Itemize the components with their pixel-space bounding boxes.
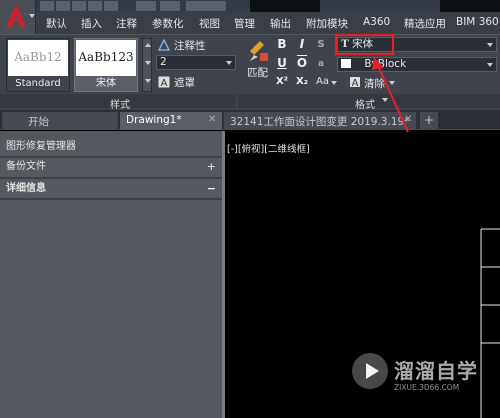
chevron-down-icon[interactable] <box>331 81 337 85</box>
watermark-url: ZIXUE.3D66.COM <box>394 383 460 392</box>
underline-button[interactable]: U <box>275 56 289 70</box>
change-case-button[interactable]: Aa <box>316 76 329 87</box>
close-icon[interactable]: ✕ <box>208 114 216 125</box>
ribbon-tab-bar: 默认 插入 注释 参数化 视图 管理 输出 附加模块 A360 精选应用 BIM… <box>36 12 500 34</box>
style-gallery-scroll[interactable] <box>142 38 152 92</box>
new-icon[interactable] <box>40 1 54 11</box>
expand-icon[interactable]: + <box>207 159 216 175</box>
watermark-brand: 溜溜自学 <box>394 359 478 383</box>
tab-label: Drawing1* <box>126 114 182 126</box>
mask-icon: A <box>158 76 170 88</box>
redo-icon[interactable] <box>160 1 180 11</box>
clear-formatting-icon: A <box>350 77 360 88</box>
style-preview: AaBb12 <box>8 40 68 76</box>
tab-manage[interactable]: 管理 <box>234 16 255 31</box>
tab-drawing1[interactable]: Drawing1* ✕ <box>120 112 222 130</box>
title-text-area <box>250 0 320 12</box>
chevron-down-icon[interactable] <box>389 81 395 85</box>
autocad-logo-icon <box>6 4 26 28</box>
divider <box>0 156 222 158</box>
oblique-icon[interactable]: a <box>314 57 328 71</box>
color-swatch <box>341 59 351 68</box>
save-icon[interactable] <box>72 1 86 11</box>
format-group-title: 格式 <box>355 100 375 111</box>
color-name: ByBlock <box>364 58 407 70</box>
chevron-down-icon <box>226 61 232 65</box>
section-label: 备份文件 <box>6 161 46 172</box>
svg-text:A: A <box>352 78 359 88</box>
add-icon: + <box>424 113 435 127</box>
details-section[interactable]: 详细信息 − <box>0 181 222 197</box>
style-caption: 宋体 <box>96 78 116 89</box>
style-group-title: 样式 <box>110 100 130 111</box>
play-logo-icon <box>352 353 388 389</box>
text-height-dropdown[interactable]: 2 <box>156 55 236 70</box>
tab-label: 开始 <box>28 116 49 128</box>
workspace-switch[interactable] <box>186 1 226 11</box>
annotative-label[interactable]: 注释性 <box>174 38 206 53</box>
undo-icon[interactable] <box>136 1 156 11</box>
print-icon[interactable] <box>104 1 118 11</box>
open-icon[interactable] <box>56 1 70 11</box>
divider <box>0 198 222 200</box>
overline-button[interactable]: O <box>295 56 309 70</box>
viewport-controls[interactable]: [-][俯视][二维线框] <box>227 141 310 155</box>
collapse-icon[interactable]: − <box>207 181 216 197</box>
annotative-icon <box>158 39 170 51</box>
backup-files-section[interactable]: 备份文件 + <box>0 159 222 175</box>
tab-bim360[interactable]: BIM 360 <box>456 16 499 28</box>
title-bar <box>0 0 500 12</box>
highlight-box <box>335 34 394 55</box>
svg-text:A: A <box>161 78 168 88</box>
style-card-standard[interactable]: AaBb12 Standard <box>6 38 70 92</box>
palette-title: 图形修复管理器 <box>6 141 76 152</box>
tab-a360[interactable]: A360 <box>363 16 390 28</box>
tab-insert[interactable]: 插入 <box>81 16 102 31</box>
title-right-area <box>440 0 500 12</box>
match-properties-icon <box>250 41 268 61</box>
text-height-value: 2 <box>160 56 167 68</box>
tab-label: 32141工作面设计图变更 2019.3.19* <box>230 116 410 128</box>
tab-annotate[interactable]: 注释 <box>116 16 137 31</box>
bold-button[interactable]: B <box>275 37 289 51</box>
expand-gallery-icon[interactable] <box>145 79 151 83</box>
superscript-button[interactable]: X² <box>275 75 289 89</box>
color-dropdown[interactable]: ByBlock <box>337 57 497 72</box>
chevron-down-icon[interactable] <box>382 98 388 102</box>
chevron-down-icon <box>29 14 35 18</box>
tab-parametric[interactable]: 参数化 <box>152 16 184 31</box>
close-icon[interactable]: ✕ <box>404 114 412 125</box>
application-menu-button[interactable] <box>0 0 36 34</box>
tab-featured-apps[interactable]: 精选应用 <box>404 16 446 31</box>
match-label[interactable]: 匹配 <box>247 65 268 80</box>
tab-view[interactable]: 视图 <box>199 16 220 31</box>
document-tab-bar: 开始 Drawing1* ✕ 32141工作面设计图变更 2019.3.19* … <box>0 110 500 130</box>
tab-output[interactable]: 输出 <box>270 16 291 31</box>
clear-label[interactable]: 清除 <box>364 76 385 91</box>
subscript-button[interactable]: X₂ <box>295 75 309 89</box>
new-tab-button[interactable]: + <box>420 112 438 130</box>
chevron-down-icon <box>487 43 493 47</box>
mask-label[interactable]: 遮罩 <box>174 75 195 90</box>
tab-drawing2[interactable]: 32141工作面设计图变更 2019.3.19* ✕ <box>224 112 416 130</box>
style-card-songti[interactable]: AaBb123 宋体 <box>74 38 138 92</box>
chevron-down-icon[interactable] <box>145 61 151 65</box>
tab-default[interactable]: 默认 <box>46 16 67 31</box>
style-caption: Standard <box>15 78 61 89</box>
divider <box>0 177 222 179</box>
italic-button[interactable]: I <box>295 37 309 51</box>
drawing-recovery-palette: 图形修复管理器 备份文件 + 详细信息 − <box>0 131 222 418</box>
chevron-up-icon[interactable] <box>145 43 151 47</box>
play-icon <box>366 363 379 379</box>
tab-addins[interactable]: 附加模块 <box>306 16 348 31</box>
chevron-down-icon <box>487 63 493 67</box>
style-preview: AaBb123 <box>76 40 136 76</box>
ribbon-panel: AaBb12 Standard AaBb123 宋体 注释性 2 A 遮罩 样式… <box>0 34 500 111</box>
tab-start[interactable]: 开始 <box>2 112 118 130</box>
save-as-icon[interactable] <box>88 1 102 11</box>
watermark: 溜溜自学 ZIXUE.3D66.COM <box>352 351 477 401</box>
section-label: 详细信息 <box>6 183 46 194</box>
strikethrough-icon[interactable]: S <box>314 38 328 52</box>
